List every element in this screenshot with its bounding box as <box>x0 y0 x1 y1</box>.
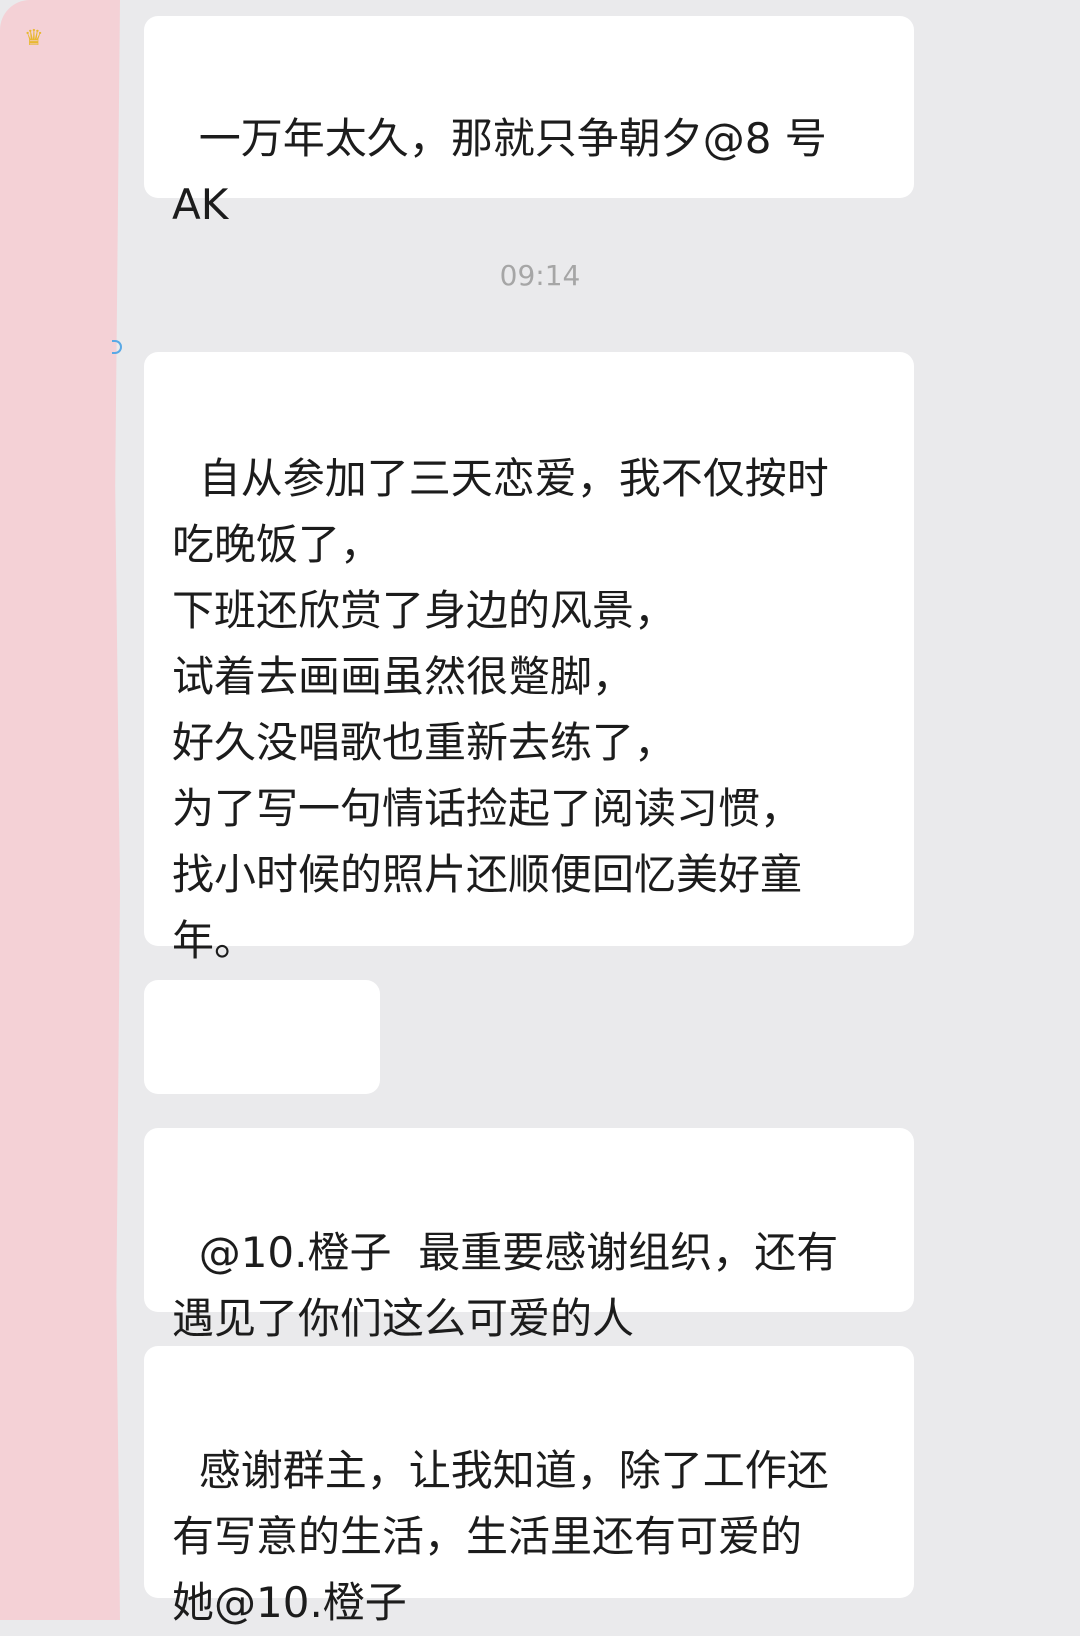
message-text: 感谢群主，让我知道，除了工作还 有写意的生活，生活里还有可爱的 她@10.橙子 <box>172 1446 829 1627</box>
emoji-message-bubble[interactable] <box>144 980 380 1195</box>
message-text: 一万年太久，那就只争朝夕@8 号 AK <box>172 114 827 229</box>
message-bubble[interactable]: @10.橙子 最重要感谢组织，还有 遇见了你们这么可爱的人 <box>144 1128 914 1343</box>
mention-indicator-icon <box>112 340 122 354</box>
message-bubble[interactable]: 感谢群主，让我知道，除了工作还 有写意的生活，生活里还有可爱的 她@10.橙子 <box>144 1346 914 1627</box>
message-text: @10.橙子 最重要感谢组织，还有 遇见了你们这么可爱的人 <box>172 1228 839 1343</box>
message-bubble[interactable]: 一万年太久，那就只争朝夕@8 号 AK <box>144 16 914 229</box>
message-text: 自从参加了三天恋爱，我不仅按时 吃晚饭了， 下班还欣赏了身边的风景， 试着去画画… <box>172 454 829 965</box>
redacted-avatar-column <box>0 0 120 1620</box>
message-bubble[interactable]: 自从参加了三天恋爱，我不仅按时 吃晚饭了， 下班还欣赏了身边的风景， 试着去画画… <box>144 352 914 965</box>
crown-icon: ♛ <box>24 26 44 51</box>
message-timestamp: 09:14 <box>499 259 581 292</box>
